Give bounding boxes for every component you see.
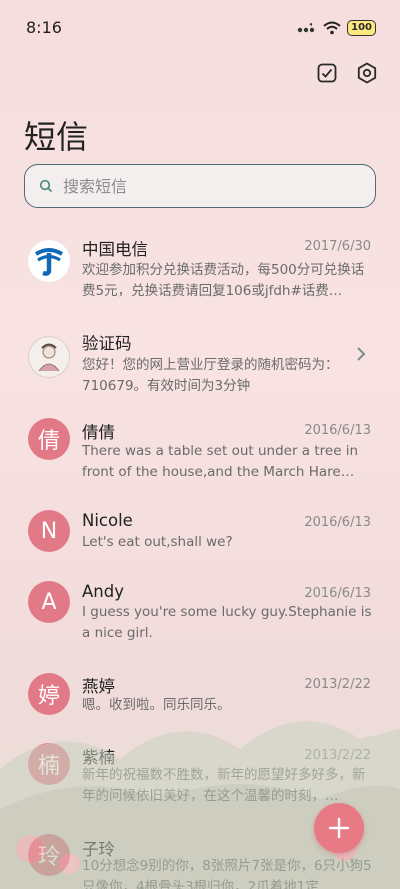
- message-preview: I guess you're some lucky guy.Stephanie …: [82, 604, 372, 641]
- conversation-item[interactable]: 中国电信 2017/6/30 欢迎参加积分兑换话费活动，每500分可兑换话费5元…: [0, 236, 400, 316]
- conversation-item[interactable]: N Nicole 2016/6/13 Let's eat out,shall w…: [0, 509, 400, 565]
- message-date: 2013/2/22: [304, 677, 371, 692]
- contact-name: 验证码: [82, 334, 132, 353]
- message-preview: 欢迎参加积分兑换话费活动，每500分可兑换话费5元，兑换话费请回复106或jfd…: [82, 262, 365, 299]
- checkbox-icon: [317, 63, 337, 83]
- letter-avatar: 楠: [28, 743, 70, 785]
- conversation-item[interactable]: 婷 燕婷 2013/2/22 嗯。收到啦。同乐同乐。: [0, 671, 400, 727]
- message-date: 2013/2/22: [304, 748, 371, 763]
- settings-button[interactable]: [356, 62, 378, 84]
- message-date: 2016/6/13: [304, 586, 371, 601]
- settings-icon: [357, 62, 377, 84]
- letter-avatar: A: [28, 581, 70, 623]
- contact-name: 燕婷: [82, 677, 115, 696]
- search-icon: [39, 179, 53, 193]
- conversation-item[interactable]: A Andy 2016/6/13 I guess you're some luc…: [0, 580, 400, 660]
- multi-select-button[interactable]: [316, 62, 338, 84]
- message-date: 2016/6/13: [304, 515, 371, 530]
- message-preview: 10分想念9别的你，8张照片7张是你，6只小狗5只像你，4根骨头3根归你，2爪着…: [82, 858, 372, 889]
- conversation-item[interactable]: 验证码 您好！您的网上营业厅登录的随机密码为：710679。有效时间为3分钟: [0, 328, 400, 408]
- battery-indicator: 100: [347, 20, 376, 36]
- page-title: 短信: [24, 118, 89, 156]
- message-preview: 您好！您的网上营业厅登录的随机密码为：710679。有效时间为3分钟: [82, 357, 339, 394]
- conversation-item[interactable]: 倩 倩倩 2016/6/13 There was a table set out…: [0, 417, 400, 497]
- wifi-icon: [323, 21, 341, 35]
- letter-avatar: 玲: [28, 834, 70, 876]
- plus-icon: [328, 817, 350, 839]
- top-actions: [316, 62, 378, 84]
- contact-name: Nicole: [82, 511, 133, 530]
- search-bar[interactable]: [24, 164, 376, 208]
- message-preview: 嗯。收到啦。同乐同乐。: [82, 697, 231, 713]
- message-preview: 新年的祝福数不胜数，新年的愿望好多好多，新年的问候依旧美好，在这个温馨的时刻，…: [82, 767, 366, 804]
- letter-avatar: 婷: [28, 673, 70, 715]
- contact-name: Andy: [82, 582, 124, 601]
- status-time: 8:16: [26, 17, 62, 37]
- message-date: 2016/6/13: [304, 423, 371, 438]
- message-preview: Let's eat out,shall we?: [82, 534, 233, 550]
- status-icons: 100: [297, 20, 376, 36]
- message-preview: There was a table set out under a tree i…: [82, 443, 359, 480]
- letter-avatar: 倩: [28, 418, 70, 460]
- chevron-right-icon: [356, 346, 366, 366]
- letter-avatar: N: [28, 510, 70, 552]
- telecom-logo-avatar: [28, 240, 70, 282]
- message-date: 2017/6/30: [304, 239, 371, 254]
- status-bar: 8:16 100: [0, 0, 400, 56]
- network-activity-icon: [297, 22, 317, 34]
- contact-name: 中国电信: [82, 240, 148, 259]
- illustration-avatar: [28, 336, 70, 378]
- new-message-button[interactable]: [314, 803, 364, 853]
- contact-name: 倩倩: [82, 423, 115, 442]
- search-input[interactable]: [63, 176, 343, 196]
